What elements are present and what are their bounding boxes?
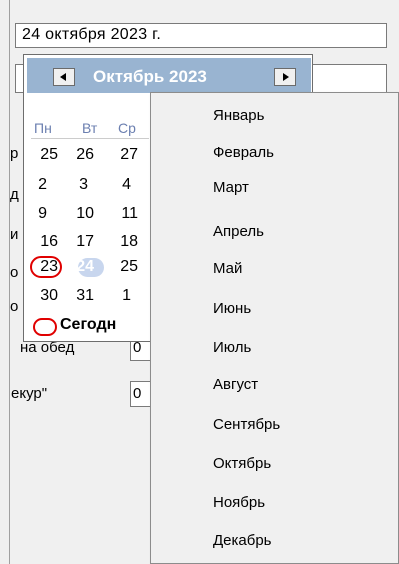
date-picker-field[interactable]: 24 октября 2023 г.: [15, 23, 387, 48]
menu-item-label: Ноябрь: [213, 494, 266, 511]
ekur-label: екур": [11, 385, 48, 402]
menu-item-april[interactable]: Апрель: [151, 217, 398, 247]
month-year-title[interactable]: Октябрь 2023: [93, 67, 207, 87]
menu-item-june[interactable]: Июнь: [151, 294, 398, 324]
calendar-day[interactable]: 31: [64, 287, 94, 305]
menu-item-label: Октябрь: [213, 455, 272, 472]
calendar-day[interactable]: 4: [101, 176, 131, 194]
menu-item-label: Июль: [213, 339, 252, 356]
arrow-left-icon: [60, 73, 66, 81]
calendar-day[interactable]: 2: [17, 176, 47, 194]
calendar-day[interactable]: 11: [108, 205, 138, 223]
calendar-day[interactable]: 25: [28, 146, 58, 164]
menu-item-label: Июнь: [213, 300, 252, 317]
prev-month-button[interactable]: [53, 68, 75, 86]
month-select-menu: Январь Февраль Март Апрель Май Июнь Июль…: [150, 92, 399, 564]
menu-item-december[interactable]: Декабрь: [151, 526, 398, 556]
menu-item-label: Апрель: [213, 223, 264, 240]
calendar-day[interactable]: 27: [108, 146, 138, 164]
weekday-divider: [31, 138, 149, 139]
today-marker-icon: [33, 318, 57, 336]
calendar-day[interactable]: 9: [17, 205, 47, 223]
menu-item-label: Январь: [213, 107, 265, 124]
weekday-header: Ср: [118, 120, 136, 136]
menu-item-label: Март: [213, 179, 249, 196]
menu-item-july[interactable]: Июль: [151, 333, 398, 363]
today-link[interactable]: Сегодн: [60, 316, 116, 334]
form-label-fragment: о: [10, 264, 19, 281]
menu-item-label: Декабрь: [213, 532, 272, 549]
next-month-button[interactable]: [274, 68, 296, 86]
weekday-header: Пн: [34, 120, 52, 136]
form-label-fragment: р: [10, 145, 19, 162]
calendar-day[interactable]: 1: [101, 287, 131, 305]
calendar-day[interactable]: 3: [58, 176, 88, 194]
menu-item-label: Февраль: [213, 144, 274, 161]
menu-item-november[interactable]: Ноябрь: [151, 488, 398, 518]
menu-item-august[interactable]: Август: [151, 370, 398, 400]
menu-item-march[interactable]: Март: [151, 173, 398, 203]
calendar-day[interactable]: 17: [64, 233, 94, 251]
ekur-input-value: 0: [133, 385, 142, 402]
calendar-day[interactable]: 18: [108, 233, 138, 251]
calendar-day[interactable]: 30: [28, 287, 58, 305]
menu-item-february[interactable]: Февраль: [151, 138, 398, 168]
annotation-circle: [30, 256, 62, 278]
weekday-header: Вт: [82, 120, 98, 136]
form-label-fragment: и: [10, 226, 19, 243]
menu-item-label: Май: [213, 260, 243, 277]
calendar-day-today[interactable]: 24: [64, 258, 94, 276]
calendar-day[interactable]: 25: [108, 258, 138, 276]
form-label-fragment: о: [10, 298, 19, 315]
window-border: [9, 0, 10, 564]
calendar-day[interactable]: 26: [64, 146, 94, 164]
menu-item-january[interactable]: Январь: [151, 101, 398, 131]
calendar-day[interactable]: 10: [64, 205, 94, 223]
arrow-right-icon: [283, 73, 289, 81]
menu-item-october[interactable]: Октябрь: [151, 449, 398, 479]
calendar-header: Октябрь 2023: [27, 58, 311, 93]
menu-item-label: Сентябрь: [213, 416, 281, 433]
menu-item-may[interactable]: Май: [151, 254, 398, 284]
calendar-day[interactable]: 16: [28, 233, 58, 251]
date-picker-value: 24 октября 2023 г.: [22, 26, 162, 43]
menu-item-label: Август: [213, 376, 259, 393]
menu-item-september[interactable]: Сентябрь: [151, 410, 398, 440]
